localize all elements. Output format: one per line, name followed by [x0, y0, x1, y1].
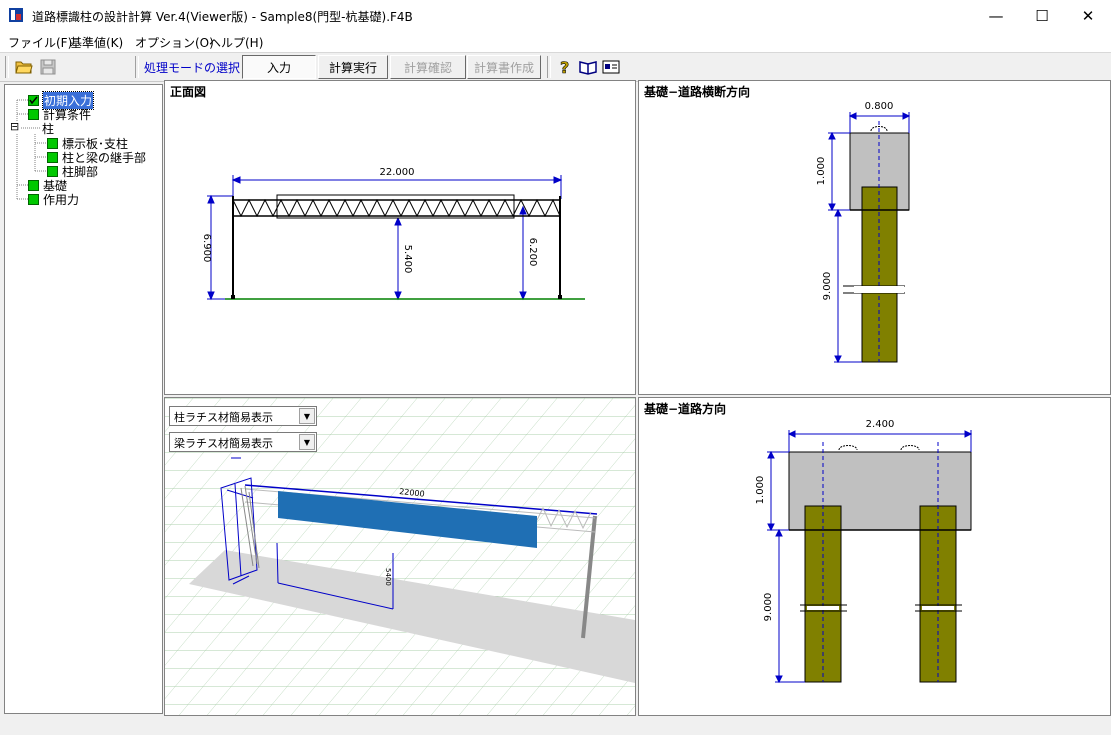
tree-item-column[interactable]: 柱: [42, 121, 54, 136]
foundation-cross-panel: 基礎−道路横断方向 0.800 1.000 9.000: [638, 80, 1111, 395]
3d-view-panel: 22000 5400 柱ラチス材簡易表示 ▼ 梁ラチス材簡易表示 ▼: [164, 397, 636, 716]
front-view-panel: 正面図 22.000 6.900 5.400 6.200: [164, 80, 636, 395]
dim-right-height: 6.200: [527, 238, 538, 267]
label-3d-height: 5400: [384, 568, 392, 586]
run-calculation-button[interactable]: 計算実行: [318, 55, 388, 79]
dim-center-height: 5.400: [402, 245, 413, 274]
save-icon[interactable]: [37, 56, 59, 78]
status-icon: [47, 151, 58, 163]
dim-depth: 1.000: [755, 476, 766, 505]
toolbar: 処理モードの選択 入力 計算実行 計算確認 計算書作成 ?: [0, 52, 1111, 82]
menu-bar: ファイル(F) 基準値(K) オプション(O) ヘルプ(H): [0, 32, 1111, 52]
minimize-button[interactable]: —: [973, 0, 1019, 32]
question-icon[interactable]: ?: [554, 56, 576, 78]
dim-left-height: 6.900: [201, 234, 212, 263]
foundation-cross-drawing: 0.800 1.000 9.000: [816, 101, 911, 364]
beam-lattice-display-select[interactable]: 梁ラチス材簡易表示 ▼: [169, 432, 317, 452]
svg-text:?: ?: [560, 58, 569, 76]
dim-span: 22.000: [380, 167, 415, 178]
dim-pile: 9.000: [822, 272, 833, 301]
column-lattice-display-select[interactable]: 柱ラチス材簡易表示 ▼: [169, 406, 317, 426]
check-icon: [28, 94, 39, 106]
foundation-road-panel: 基礎−道路方向 2.400 1.000 9.000: [638, 397, 1111, 716]
status-icon: [28, 193, 39, 205]
close-button[interactable]: ✕: [1065, 0, 1111, 32]
app-icon: [9, 8, 23, 22]
status-icon: [47, 137, 58, 149]
menu-options[interactable]: オプション(O): [135, 34, 214, 51]
menu-file[interactable]: ファイル(F): [8, 34, 72, 51]
check-calculation-button[interactable]: 計算確認: [390, 55, 466, 79]
foundation-road-drawing: 2.400 1.000 9.000: [755, 419, 973, 684]
toolbar-separator: [547, 56, 551, 78]
input-mode-button[interactable]: 入力: [242, 55, 316, 79]
open-folder-icon[interactable]: [13, 56, 35, 78]
menu-standard-values[interactable]: 基準値(K): [70, 34, 123, 51]
chevron-down-icon[interactable]: ▼: [299, 434, 315, 450]
window-title: 道路標識柱の設計計算 Ver.4(Viewer版) - Sample8(門型-杭…: [32, 10, 413, 24]
maximize-button[interactable]: ☐: [1019, 0, 1065, 32]
status-icon: [28, 179, 39, 191]
book-icon[interactable]: [577, 56, 599, 78]
toolbar-grip: [5, 56, 9, 78]
status-bar: [0, 716, 1111, 735]
menu-help[interactable]: ヘルプ(H): [209, 34, 263, 51]
create-report-button[interactable]: 計算書作成: [467, 55, 541, 79]
input-tree: ⊟ 初期入力 計算条件 柱 標示板･支柱 柱と梁の継手部 柱脚部 基礎 作用力: [4, 84, 163, 714]
tree-item-acting-force[interactable]: 作用力: [28, 192, 79, 207]
card-icon[interactable]: [600, 56, 622, 78]
toolbar-separator: [135, 56, 139, 78]
title-bar: 道路標識柱の設計計算 Ver.4(Viewer版) - Sample8(門型-杭…: [0, 0, 1111, 32]
chevron-down-icon[interactable]: ▼: [299, 408, 315, 424]
tree-expander-icon[interactable]: ⊟: [10, 121, 20, 133]
status-icon: [47, 165, 58, 177]
dim-pile: 9.000: [763, 593, 774, 622]
dim-depth: 1.000: [816, 157, 827, 186]
front-view-drawing: 22.000 6.900 5.400 6.200: [201, 167, 585, 301]
tree-item-calc-conditions[interactable]: 計算条件: [28, 107, 91, 122]
dim-width: 0.800: [865, 101, 894, 112]
status-icon: [28, 108, 39, 120]
dim-width: 2.400: [866, 419, 895, 430]
mode-select-label: 処理モードの選択: [144, 61, 241, 75]
